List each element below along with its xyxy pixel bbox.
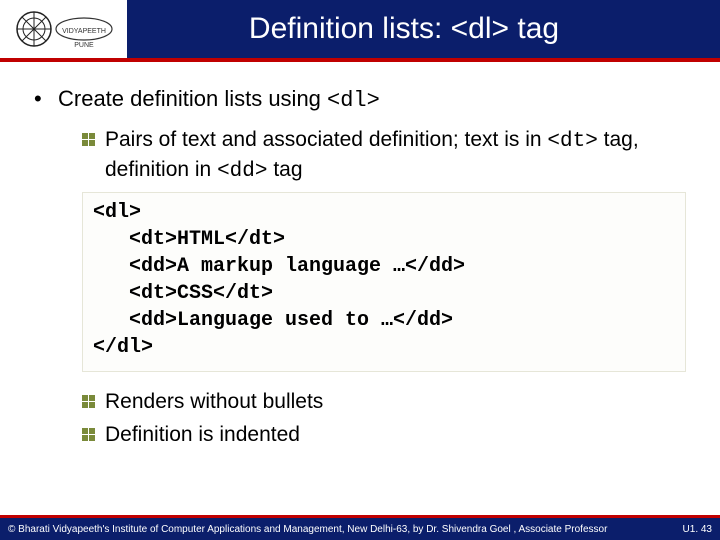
sub-bullet-3-text: Definition is indented [105,421,300,449]
sub-bullet-1-text: Pairs of text and associated definition;… [105,126,686,187]
svg-text:VIDYAPEETH: VIDYAPEETH [62,28,106,35]
square-bullet-icon [82,395,95,408]
sub-bullet-1: Pairs of text and associated definition;… [82,126,686,187]
square-bullet-icon [82,428,95,441]
square-bullet-icon [82,133,95,146]
sub-bullet-2-text: Renders without bullets [105,388,323,416]
sub-bullet-3: Definition is indented [82,421,686,449]
bullet-text-part: Create definition lists using [58,86,327,111]
slide-content: • Create definition lists using <dl> Pai… [0,62,720,449]
bullet-text: Create definition lists using <dl> [58,84,380,116]
slide-footer: © Bharati Vidyapeeth's Institute of Comp… [0,515,720,540]
code-example: <dl> <dt>HTML</dt> <dd>A markup language… [82,192,686,372]
footer-copyright: © Bharati Vidyapeeth's Institute of Comp… [8,524,607,535]
slide-number: U1. 43 [683,524,712,535]
slide-header: VIDYAPEETH PUNE Definition lists: <dl> t… [0,0,720,58]
sub-bullet-2: Renders without bullets [82,388,686,416]
bullet-main: • Create definition lists using <dl> [34,84,686,116]
bullet-code: <dl> [327,88,380,113]
svg-text:PUNE: PUNE [74,42,94,49]
institution-logo: VIDYAPEETH PUNE [0,0,128,58]
slide-title: Definition lists: <dl> tag [128,12,720,46]
bullet-marker: • [34,84,58,116]
